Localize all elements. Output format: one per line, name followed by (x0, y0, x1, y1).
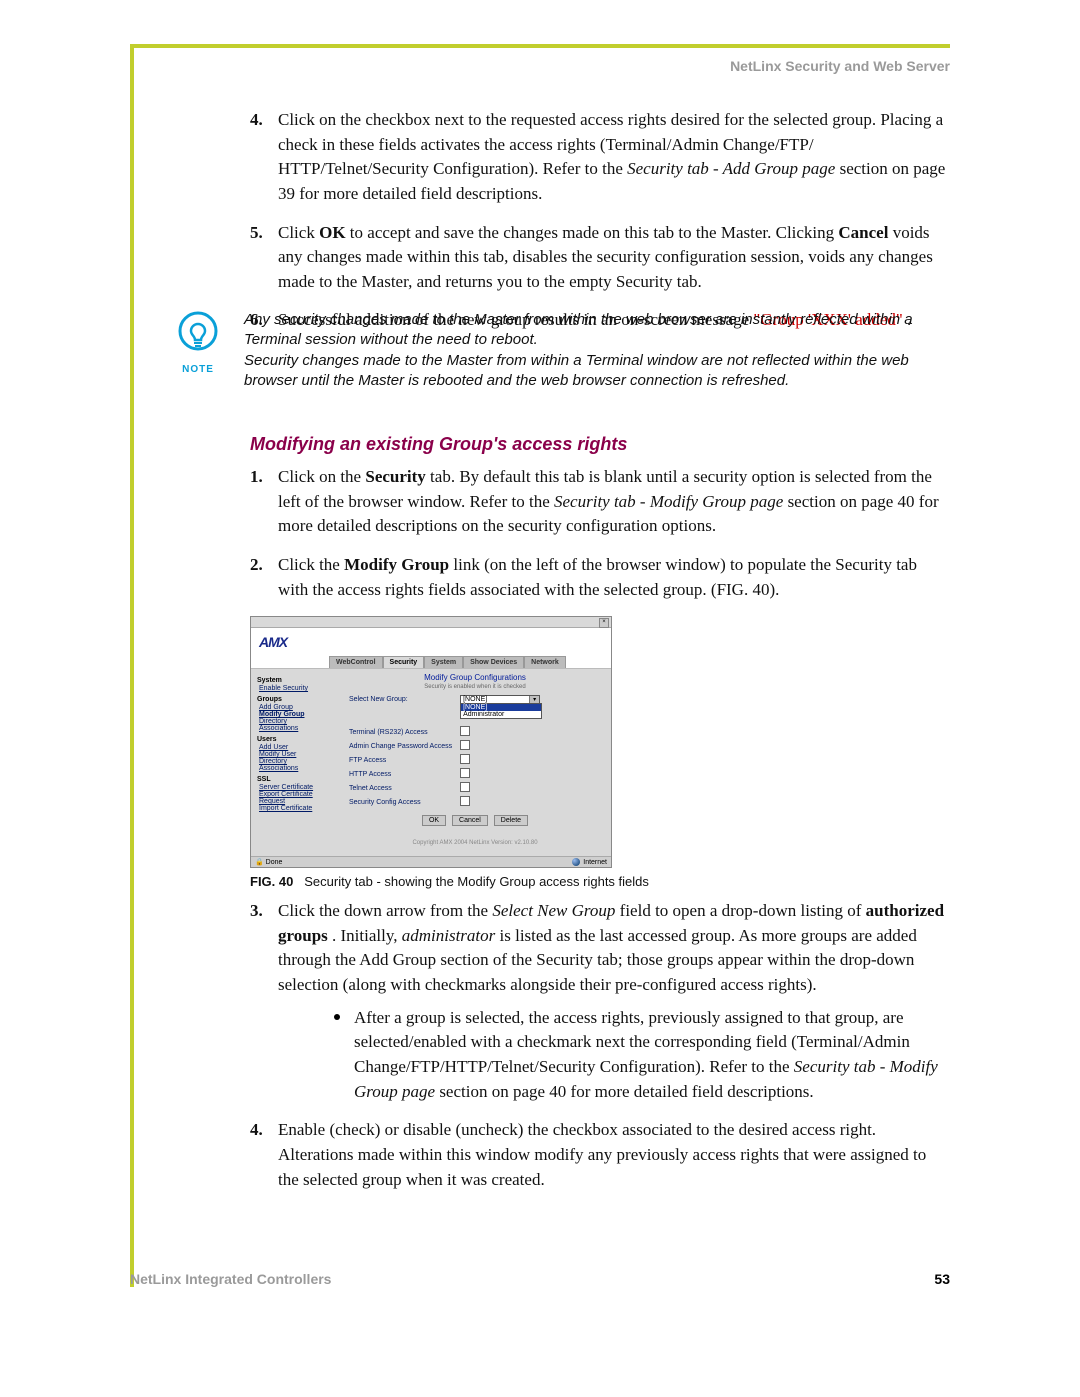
delete-button[interactable]: Delete (494, 815, 528, 826)
tab-security[interactable]: Security (383, 656, 425, 668)
link-directory[interactable]: Directory (259, 718, 335, 725)
footer: NetLinx Integrated Controllers 53 (130, 1265, 950, 1287)
link-export-cert[interactable]: Export Certificate (259, 791, 335, 798)
checkbox-telnet[interactable] (460, 782, 470, 792)
figure-40: × AMX WebControl Security System Show De… (250, 616, 950, 889)
status-bar: 🔒 Done Internet (251, 856, 611, 867)
step-number: 2. (250, 553, 263, 578)
step-text: Click the down arrow from the Select New… (278, 901, 944, 994)
note-text: Any security changes made to the Master … (244, 310, 950, 391)
window-titlebar: × (251, 617, 611, 628)
option-administrator[interactable]: Administrator (461, 711, 541, 718)
document-page: NetLinx Security and Web Server 4. Click… (0, 0, 1080, 1397)
checkbox-admin[interactable] (460, 740, 470, 750)
step-number: 4. (250, 1118, 263, 1143)
globe-icon (572, 858, 580, 866)
step-text: Click on the Security tab. By default th… (278, 467, 939, 535)
mstep-4: 4. Enable (check) or disable (uncheck) t… (250, 1118, 950, 1192)
row-telnet: Telnet Access (345, 781, 456, 795)
mstep-3: 3. Click the down arrow from the Select … (250, 899, 950, 1104)
checkbox-terminal[interactable] (460, 726, 470, 736)
side-users-h: Users (257, 736, 335, 743)
row-http: HTTP Access (345, 767, 456, 781)
link-directory2[interactable]: Directory (259, 758, 335, 765)
side-ssl-h: SSL (257, 776, 335, 783)
page-number: 53 (934, 1271, 950, 1287)
select-options: [NONE] Administrator (460, 703, 542, 719)
sidebar: System Enable Security Groups Add Group … (251, 669, 339, 856)
figure-caption: FIG. 40 Security tab - showing the Modif… (250, 874, 950, 889)
tab-show-devices[interactable]: Show Devices (463, 656, 524, 668)
row-admin: Admin Change Password Access (345, 739, 456, 753)
tab-strip: WebControl Security System Show Devices … (251, 656, 611, 668)
select-new-group[interactable]: [NONE] ▾ [NONE] Administrator (460, 695, 540, 704)
top-rule (130, 44, 950, 48)
link-request[interactable]: Request (259, 798, 335, 805)
side-system-h: System (257, 677, 335, 684)
link-add-user[interactable]: Add User (259, 744, 335, 751)
chevron-down-icon[interactable]: ▾ (529, 696, 539, 703)
link-modify-user[interactable]: Modify User (259, 751, 335, 758)
link-server-cert[interactable]: Server Certificate (259, 784, 335, 791)
note-label: NOTE (170, 364, 226, 375)
side-rule (130, 44, 134, 1287)
brand-logo: AMX (251, 628, 611, 656)
step-number: 3. (250, 899, 263, 924)
step-5: 5. Click OK to accept and save the chang… (250, 221, 950, 295)
cancel-button[interactable]: Cancel (452, 815, 488, 826)
link-modify-group[interactable]: Modify Group (259, 711, 335, 718)
tab-network[interactable]: Network (524, 656, 566, 668)
step-number: 1. (250, 465, 263, 490)
link-associations[interactable]: Associations (259, 725, 335, 732)
note-icon: NOTE (170, 310, 226, 375)
step-text: Click the Modify Group link (on the left… (278, 555, 917, 599)
row-terminal: Terminal (RS232) Access (345, 725, 456, 739)
close-icon[interactable]: × (599, 618, 609, 628)
subheading: Modifying an existing Group's access rig… (250, 434, 950, 455)
bullet-1: After a group is selected, the access ri… (334, 1006, 950, 1105)
step-text: Click OK to accept and save the changes … (278, 223, 933, 291)
status-internet: Internet (572, 858, 607, 866)
mstep-2: 2. Click the Modify Group link (on the l… (250, 553, 950, 602)
note-callout: NOTE Any security changes made to the Ma… (170, 310, 950, 391)
content-pane: Modify Group Configurations Security is … (339, 669, 611, 856)
step-text: Click on the checkbox next to the reques… (278, 110, 945, 203)
copyright-line: Copyright AMX 2004 NetLinx Version: v2.1… (345, 840, 605, 846)
step-number: 4. (250, 108, 263, 133)
step-4: 4. Click on the checkbox next to the req… (250, 108, 950, 207)
select-label: Select New Group: (345, 694, 456, 705)
link-add-group[interactable]: Add Group (259, 704, 335, 711)
status-done: 🔒 Done (255, 858, 282, 866)
link-associations2[interactable]: Associations (259, 765, 335, 772)
pane-title: Modify Group Configurations (345, 673, 605, 682)
mstep-1: 1. Click on the Security tab. By default… (250, 465, 950, 539)
section-modify: Modifying an existing Group's access rig… (250, 412, 950, 1206)
checkbox-http[interactable] (460, 768, 470, 778)
screenshot-window: × AMX WebControl Security System Show De… (250, 616, 612, 868)
footer-title: NetLinx Integrated Controllers (130, 1271, 331, 1287)
row-ftp: FTP Access (345, 753, 456, 767)
running-header: NetLinx Security and Web Server (730, 58, 950, 74)
link-enable-security[interactable]: Enable Security (259, 685, 335, 692)
row-seccfg: Security Config Access (345, 795, 456, 809)
tab-webcontrol[interactable]: WebControl (329, 656, 383, 668)
checkbox-seccfg[interactable] (460, 796, 470, 806)
step-number: 5. (250, 221, 263, 246)
link-import-cert[interactable]: Import Certificate (259, 805, 335, 812)
select-value: [NONE] (461, 696, 539, 703)
step-text: Enable (check) or disable (uncheck) the … (278, 1120, 926, 1188)
pane-hint: Security is enabled when it is checked (345, 684, 605, 690)
side-groups-h: Groups (257, 696, 335, 703)
option-none[interactable]: [NONE] (461, 704, 541, 711)
ok-button[interactable]: OK (422, 815, 446, 826)
tab-system[interactable]: System (424, 656, 463, 668)
checkbox-ftp[interactable] (460, 754, 470, 764)
